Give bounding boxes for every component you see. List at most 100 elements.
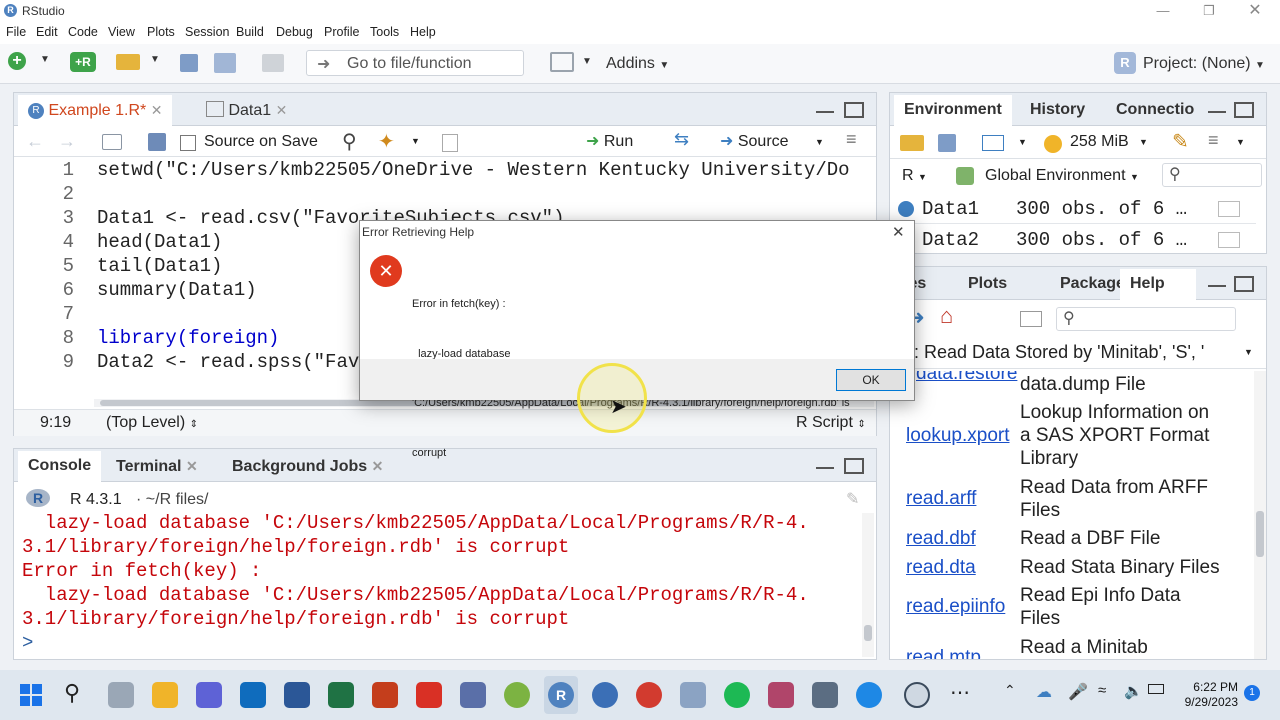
maximize-pane-icon[interactable] xyxy=(844,102,864,118)
minimize-pane-icon[interactable] xyxy=(816,109,834,113)
save-icon[interactable] xyxy=(180,54,198,72)
volume-icon[interactable]: 🔈 xyxy=(1124,682,1143,700)
layout-dropdown-icon[interactable]: ▼ xyxy=(582,56,592,67)
help-link[interactable]: data.restore xyxy=(916,371,1017,385)
sigma-app-icon[interactable] xyxy=(592,682,618,708)
app-icon[interactable] xyxy=(768,682,794,708)
powerpoint-icon[interactable] xyxy=(372,682,398,708)
forward-arrow-icon[interactable]: → xyxy=(58,131,76,152)
tab-console[interactable]: Console xyxy=(18,451,102,482)
app-icon[interactable] xyxy=(680,682,706,708)
project-menu[interactable]: Project: (None) ▼ xyxy=(1143,55,1265,73)
menu-edit[interactable]: Edit xyxy=(36,25,58,39)
excel-icon[interactable] xyxy=(328,682,354,708)
notification-badge[interactable]: 1 xyxy=(1244,685,1260,701)
search-icon[interactable]: ⚲ xyxy=(64,680,80,706)
tab-background-jobs[interactable]: Background Jobs ✕ xyxy=(222,451,393,481)
close-window-button[interactable]: ✕ xyxy=(1232,0,1278,22)
menu-build[interactable]: Build xyxy=(236,25,264,39)
tab-environment[interactable]: Environment xyxy=(894,95,1012,126)
menu-profile[interactable]: Profile xyxy=(324,25,359,39)
compile-report-icon[interactable] xyxy=(442,134,458,152)
outline-icon[interactable]: ≡ xyxy=(846,129,857,150)
tab-history[interactable]: History xyxy=(1020,95,1095,125)
minimize-pane-icon[interactable] xyxy=(1208,109,1226,113)
app-icon[interactable] xyxy=(196,682,222,708)
save-icon[interactable] xyxy=(148,133,166,151)
scope-selector[interactable]: (Top Level) ⇕ xyxy=(106,414,198,432)
home-icon[interactable]: ⌂ xyxy=(940,303,953,329)
tab-terminal[interactable]: Terminal ✕ xyxy=(106,451,208,481)
run-button[interactable]: ➜ Run xyxy=(586,131,633,151)
console-vscrollbar[interactable] xyxy=(862,513,874,657)
env-row[interactable]: Data2 300 obs. of 6 … xyxy=(890,226,1256,255)
language-selector[interactable]: R ▼ xyxy=(902,167,927,185)
show-in-window-icon[interactable] xyxy=(1020,311,1042,327)
battery-icon[interactable] xyxy=(1148,684,1164,694)
windows-start-icon[interactable] xyxy=(20,684,42,706)
rerun-icon[interactable]: ⇆ xyxy=(674,129,689,150)
memory-usage[interactable]: 258 MiB xyxy=(1070,133,1129,151)
help-link[interactable]: read.arff xyxy=(906,488,976,510)
help-topic-bar[interactable]: : Read Data Stored by 'Minitab', 'S', ' … xyxy=(890,339,1266,369)
more-icon[interactable]: ⋯ xyxy=(950,680,970,705)
addins-menu[interactable]: Addins ▼ xyxy=(606,55,669,73)
clock[interactable]: 6:22 PM 9/29/2023 xyxy=(1176,680,1238,710)
wifi-icon[interactable]: ≈ xyxy=(1098,682,1106,699)
back-arrow-icon[interactable]: ← xyxy=(26,131,44,152)
expand-icon[interactable] xyxy=(898,201,914,217)
view-table-icon[interactable] xyxy=(1218,201,1240,217)
source-button[interactable]: ➜ Source xyxy=(720,131,789,151)
env-row[interactable]: Data1 300 obs. of 6 … xyxy=(890,195,1256,224)
grid-layout-icon[interactable] xyxy=(550,52,574,72)
chevron-up-icon[interactable]: ⌃ xyxy=(1004,682,1016,699)
help-link[interactable]: read.dta xyxy=(906,557,976,579)
microphone-icon[interactable]: 🎤 xyxy=(1068,682,1088,702)
save-workspace-icon[interactable] xyxy=(938,134,956,152)
open-dropdown-icon[interactable]: ▼ xyxy=(150,54,160,65)
view-table-icon[interactable] xyxy=(1218,232,1240,248)
tab-help[interactable]: Help xyxy=(1120,269,1196,300)
topic-dropdown-icon[interactable]: ▼ xyxy=(1244,347,1253,357)
wand-dropdown-icon[interactable]: ▼ xyxy=(411,136,420,146)
menu-debug[interactable]: Debug xyxy=(276,25,313,39)
menu-file[interactable]: File xyxy=(6,25,26,39)
maximize-pane-icon[interactable] xyxy=(1234,102,1254,118)
new-file-dropdown-icon[interactable]: ▼ xyxy=(40,54,50,65)
help-vscrollbar[interactable] xyxy=(1254,371,1266,659)
help-link[interactable]: read.mtp xyxy=(906,647,981,659)
screen-record-icon[interactable] xyxy=(904,682,930,708)
menu-view[interactable]: View xyxy=(108,25,135,39)
menu-help[interactable]: Help xyxy=(410,25,436,39)
rstudio-taskbar-icon[interactable]: R xyxy=(548,682,574,708)
import-dropdown-icon[interactable]: ▼ xyxy=(1018,137,1027,147)
print-icon[interactable] xyxy=(262,54,284,72)
task-view-icon[interactable] xyxy=(108,682,134,708)
scope-dropdown[interactable]: Global Environment ▼ xyxy=(985,167,1139,185)
minimize-pane-icon[interactable] xyxy=(1208,283,1226,287)
scrollbar-thumb[interactable] xyxy=(864,625,872,641)
ok-button[interactable]: OK xyxy=(836,369,906,391)
open-folder-icon[interactable] xyxy=(116,54,140,70)
load-workspace-icon[interactable] xyxy=(900,135,924,151)
env-search-input[interactable]: ⚲ xyxy=(1162,163,1262,187)
tab-example-script[interactable]: R Example 1.R* ✕ xyxy=(18,95,173,126)
restore-button[interactable]: ❐ xyxy=(1186,0,1232,22)
new-project-icon[interactable]: +R xyxy=(70,52,96,72)
close-tab-icon[interactable]: ✕ xyxy=(151,102,163,118)
search-icon[interactable]: ⚲ xyxy=(342,129,357,154)
new-file-icon[interactable]: + xyxy=(8,52,26,70)
close-tab-icon[interactable]: ✕ xyxy=(186,458,198,474)
onedrive-icon[interactable]: ☁ xyxy=(1036,682,1052,702)
menu-plots[interactable]: Plots xyxy=(147,25,175,39)
menu-tools[interactable]: Tools xyxy=(370,25,399,39)
show-in-window-icon[interactable] xyxy=(102,134,122,150)
scrollbar-thumb[interactable] xyxy=(1256,511,1264,557)
tab-plots[interactable]: Plots xyxy=(958,269,1017,299)
music-app-icon[interactable] xyxy=(504,682,530,708)
app-icon[interactable] xyxy=(636,682,662,708)
goto-file-input[interactable]: ➜ Go to file/function xyxy=(306,50,524,76)
menu-code[interactable]: Code xyxy=(68,25,98,39)
help-link[interactable]: read.epiinfo xyxy=(906,596,1005,618)
close-tab-icon[interactable]: ✕ xyxy=(276,102,288,118)
